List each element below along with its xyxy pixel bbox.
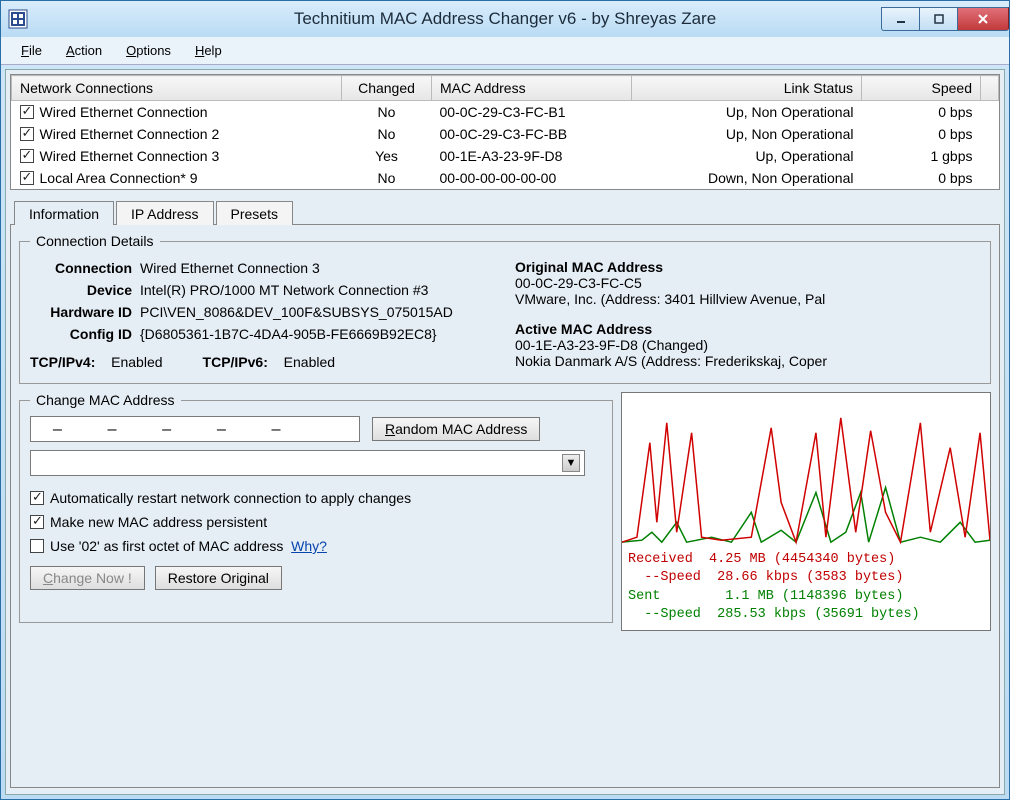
vendor-select[interactable]: ▼ bbox=[30, 450, 585, 476]
titlebar[interactable]: Technitium MAC Address Changer v6 - by S… bbox=[1, 1, 1009, 37]
col-status[interactable]: Link Status bbox=[632, 76, 862, 101]
maximize-button[interactable] bbox=[919, 7, 957, 31]
config-id: {D6805361-1B7C-4DA4-905B-FE6669B92EC8} bbox=[140, 326, 495, 342]
connection-name: Wired Ethernet Connection 3 bbox=[140, 260, 495, 276]
col-mac[interactable]: MAC Address bbox=[432, 76, 632, 101]
col-changed[interactable]: Changed bbox=[342, 76, 432, 101]
chk-use-02[interactable] bbox=[30, 539, 44, 553]
app-window: Technitium MAC Address Changer v6 - by S… bbox=[0, 0, 1010, 800]
connections-table: Network Connections Changed MAC Address … bbox=[10, 74, 1000, 190]
client-area: Network Connections Changed MAC Address … bbox=[5, 69, 1005, 795]
tab-body: Connection Details ConnectionWired Ether… bbox=[10, 224, 1000, 788]
active-mac-label: Active MAC Address bbox=[515, 321, 980, 337]
col-speed[interactable]: Speed bbox=[862, 76, 981, 101]
original-mac: 00-0C-29-C3-FC-C5 bbox=[515, 275, 980, 291]
table-row[interactable]: Local Area Connection* 9No00-00-00-00-00… bbox=[12, 167, 999, 189]
row-checkbox[interactable] bbox=[20, 127, 34, 141]
active-mac-vendor: Nokia Danmark A/S (Address: Frederikskaj… bbox=[515, 353, 980, 369]
received-bytes: 4.25 MB (4454340 bytes) bbox=[709, 552, 895, 567]
row-checkbox[interactable] bbox=[20, 149, 34, 163]
change-mac-group: Change MAC Address ––––– Random MAC Addr… bbox=[19, 392, 613, 623]
change-mac-legend: Change MAC Address bbox=[30, 392, 181, 408]
hardware-id: PCI\VEN_8086&DEV_100F&SUBSYS_075015AD bbox=[140, 304, 495, 320]
traffic-graph: Received 4.25 MB (4454340 bytes) --Speed… bbox=[621, 392, 991, 631]
device-name: Intel(R) PRO/1000 MT Network Connection … bbox=[140, 282, 495, 298]
tab-presets[interactable]: Presets bbox=[216, 201, 293, 225]
row-checkbox[interactable] bbox=[20, 171, 34, 185]
tcpipv4: Enabled bbox=[111, 354, 162, 370]
original-mac-vendor: VMware, Inc. (Address: 3401 Hillview Ave… bbox=[515, 291, 980, 307]
change-now-button[interactable]: Change Now ! bbox=[30, 566, 145, 590]
tab-ip-address[interactable]: IP Address bbox=[116, 201, 213, 225]
row-checkbox[interactable] bbox=[20, 105, 34, 119]
mac-input[interactable]: ––––– bbox=[30, 416, 360, 442]
table-row[interactable]: Wired Ethernet ConnectionNo00-0C-29-C3-F… bbox=[12, 101, 999, 124]
app-icon bbox=[7, 8, 29, 30]
tcpipv6: Enabled bbox=[284, 354, 335, 370]
menu-options[interactable]: Options bbox=[114, 39, 183, 62]
connection-details-group: Connection Details ConnectionWired Ether… bbox=[19, 233, 991, 384]
tab-strip: Information IP Address Presets bbox=[10, 200, 1000, 224]
table-row[interactable]: Wired Ethernet Connection 3Yes00-1E-A3-2… bbox=[12, 145, 999, 167]
col-network[interactable]: Network Connections bbox=[12, 76, 342, 101]
graph-canvas bbox=[622, 393, 990, 547]
table-row[interactable]: Wired Ethernet Connection 2No00-0C-29-C3… bbox=[12, 123, 999, 145]
active-mac: 00-1E-A3-23-9F-D8 (Changed) bbox=[515, 337, 980, 353]
close-button[interactable] bbox=[957, 7, 1009, 31]
chevron-down-icon: ▼ bbox=[562, 454, 580, 472]
minimize-button[interactable] bbox=[881, 7, 919, 31]
tab-information[interactable]: Information bbox=[14, 201, 114, 225]
sent-speed: 285.53 kbps (35691 bytes) bbox=[717, 607, 920, 622]
menubar: File Action Options Help bbox=[1, 37, 1009, 65]
random-mac-button[interactable]: Random MAC Address bbox=[372, 417, 540, 441]
connection-details-legend: Connection Details bbox=[30, 233, 160, 249]
restore-original-button[interactable]: Restore Original bbox=[155, 566, 282, 590]
menu-file[interactable]: File bbox=[9, 39, 54, 62]
sent-bytes: 1.1 MB (1148396 bytes) bbox=[725, 589, 903, 604]
received-speed: 28.66 kbps (3583 bytes) bbox=[717, 570, 903, 585]
chk-persistent[interactable] bbox=[30, 515, 44, 529]
traffic-stats: Received 4.25 MB (4454340 bytes) --Speed… bbox=[622, 547, 990, 630]
chk-restart[interactable] bbox=[30, 491, 44, 505]
menu-action[interactable]: Action bbox=[54, 39, 114, 62]
menu-help[interactable]: Help bbox=[183, 39, 234, 62]
original-mac-label: Original MAC Address bbox=[515, 259, 980, 275]
why-link[interactable]: Why? bbox=[291, 538, 327, 554]
window-title: Technitium MAC Address Changer v6 - by S… bbox=[1, 9, 1009, 29]
